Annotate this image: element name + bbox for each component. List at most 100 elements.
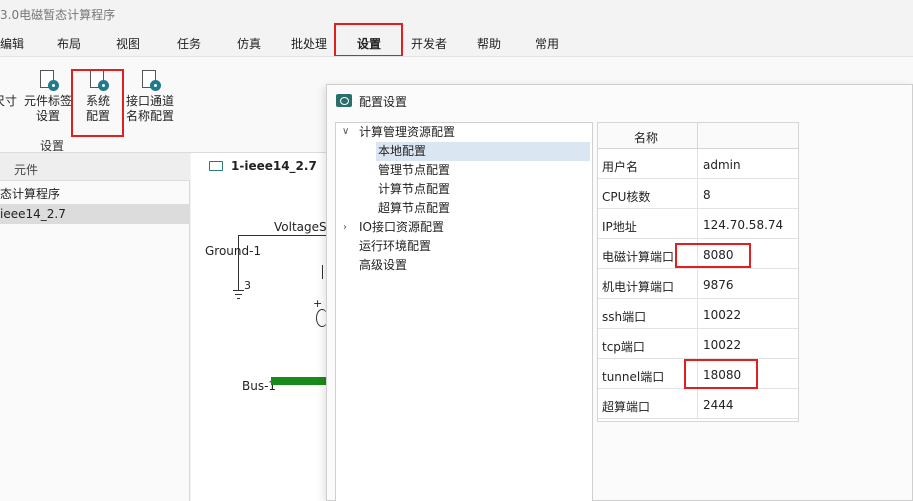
- tree-node-management-nodes[interactable]: 管理节点配置: [378, 161, 450, 180]
- grid-key: ssh端口: [602, 310, 647, 324]
- grid-row-em-port[interactable]: 电磁计算端口 8080: [598, 239, 798, 269]
- wire-top: [238, 235, 328, 236]
- voltage-source-label: VoltageS: [274, 220, 327, 234]
- grid-key: 超算端口: [602, 400, 651, 414]
- grid-row-tunnel-port[interactable]: tunnel端口 18080: [598, 359, 798, 389]
- app-logo-icon: [336, 94, 352, 107]
- project-item-label: 态计算程序: [0, 187, 61, 201]
- bus-bar[interactable]: [271, 377, 327, 385]
- dialog-title: 配置设置: [359, 95, 408, 109]
- size-button-label: 尺寸: [0, 94, 17, 108]
- grid-key: tunnel端口: [602, 370, 665, 384]
- chevron-down-icon[interactable]: ∨: [342, 126, 349, 137]
- tree-node-advanced-label: 高级设置: [359, 258, 408, 272]
- tree-node-local-config-label: 本地配置: [378, 144, 427, 158]
- tree-node-local-config[interactable]: 本地配置: [376, 142, 590, 161]
- system-config-line2: 配置: [85, 109, 110, 123]
- canvas-tab-label: 1-ieee14_2.7: [231, 159, 317, 173]
- grid-row-cpu[interactable]: CPU核数 8: [598, 179, 798, 209]
- project-item-selected-label: ieee14_2.7: [0, 207, 66, 221]
- tree-node-management-nodes-label: 管理节点配置: [378, 163, 451, 177]
- grid-value[interactable]: 10022: [703, 338, 741, 352]
- property-grid: 名称 用户名 admin CPU核数 8 IP地址 124.70.58.74 电…: [597, 122, 799, 422]
- window-title: 3.0电磁暂态计算程序: [0, 8, 116, 22]
- system-config-icon: [87, 69, 109, 91]
- config-dialog: 配置设置 ∨ 计算管理资源配置 本地配置 管理节点配置 计算节点配置 超算节点配…: [326, 84, 913, 501]
- interface-channel-line1: 接口通道: [125, 94, 174, 108]
- tree-node-compute-resources-label: 计算管理资源配置: [359, 125, 456, 139]
- canvas-tab[interactable]: 1-ieee14_2.7: [209, 159, 317, 173]
- grid-row-ip[interactable]: IP地址 124.70.58.74: [598, 209, 798, 239]
- title-bar: 3.0电磁暂态计算程序: [0, 0, 913, 28]
- ground-symbol-line2: [235, 294, 242, 295]
- chevron-right-icon[interactable]: ›: [343, 222, 347, 233]
- component-label-settings-line1: 元件标签: [23, 94, 72, 108]
- component-panel-header: 元件: [0, 153, 190, 181]
- project-item-selected[interactable]: ieee14_2.7: [0, 204, 190, 224]
- grid-value[interactable]: 2444: [703, 398, 734, 412]
- grid-row-ssh-port[interactable]: ssh端口 10022: [598, 299, 798, 329]
- interface-channel-line2: 名称配置: [125, 109, 174, 123]
- interface-channel-icon: [139, 69, 161, 91]
- menu-developer[interactable]: 开发者: [411, 35, 447, 52]
- menu-common[interactable]: 常用: [535, 35, 559, 52]
- tree-node-runtime-env[interactable]: 运行环境配置: [359, 237, 431, 256]
- tree-node-io-resources[interactable]: IO接口资源配置: [359, 218, 444, 237]
- tree-node-io-resources-label: IO接口资源配置: [359, 220, 444, 234]
- project-item[interactable]: 态计算程序: [0, 184, 190, 204]
- component-label-settings-button[interactable]: 元件标签 设置: [22, 69, 74, 124]
- grid-key: 电磁计算端口: [602, 250, 675, 264]
- tree-node-supercomputer-nodes[interactable]: 超算节点配置: [378, 199, 450, 218]
- grid-header-name: 名称: [634, 131, 659, 145]
- grid-value[interactable]: admin: [703, 158, 741, 172]
- source-lead: [322, 265, 323, 279]
- menu-help[interactable]: 帮助: [477, 35, 501, 52]
- grid-value[interactable]: 124.70.58.74: [703, 218, 783, 232]
- tree-node-compute-resources[interactable]: 计算管理资源配置: [359, 123, 455, 142]
- menu-bar: 编辑 布局 视图 任务 仿真 批处理 设置 开发者 帮助 常用: [0, 28, 913, 56]
- ground-symbol-line1: [233, 290, 244, 291]
- interface-channel-config-button[interactable]: 接口通道 名称配置: [124, 69, 176, 124]
- grid-key: 用户名: [602, 160, 639, 174]
- grid-row-tcp-port[interactable]: tcp端口 10022: [598, 329, 798, 359]
- menu-view[interactable]: 视图: [116, 35, 140, 52]
- label-settings-icon: [37, 69, 59, 91]
- grid-row-username[interactable]: 用户名 admin: [598, 149, 798, 179]
- component-panel-title: 元件: [14, 163, 39, 177]
- grid-header: 名称: [598, 123, 798, 149]
- ground-label: Ground-1: [205, 244, 262, 258]
- system-config-line1: 系统: [85, 94, 110, 108]
- ground-symbol-line3: [237, 298, 240, 299]
- tree-node-supercomputer-nodes-label: 超算节点配置: [378, 201, 451, 215]
- grid-row-supercomputer-port[interactable]: 超算端口 2444: [598, 389, 798, 419]
- size-button[interactable]: 尺寸: [0, 69, 18, 109]
- component-label-settings-line2: 设置: [35, 109, 60, 123]
- grid-key: tcp端口: [602, 340, 645, 354]
- grid-key: CPU核数: [602, 190, 651, 204]
- menu-batch[interactable]: 批处理: [291, 35, 327, 52]
- tree-node-compute-nodes-label: 计算节点配置: [378, 182, 451, 196]
- tree-node-advanced[interactable]: 高级设置: [359, 256, 407, 275]
- grid-key: 机电计算端口: [602, 280, 675, 294]
- tree-node-runtime-env-label: 运行环境配置: [359, 239, 432, 253]
- menu-edit[interactable]: 编辑: [0, 35, 24, 52]
- grid-row-eme-port[interactable]: 机电计算端口 9876: [598, 269, 798, 299]
- tree-node-compute-nodes[interactable]: 计算节点配置: [378, 180, 450, 199]
- grid-value[interactable]: 8080: [703, 248, 734, 262]
- system-config-button[interactable]: 系统 配置: [74, 69, 122, 124]
- folder-icon: [209, 161, 223, 171]
- config-tree: ∨ 计算管理资源配置 本地配置 管理节点配置 计算节点配置 超算节点配置 › I…: [335, 122, 593, 501]
- grid-value[interactable]: 8: [703, 188, 711, 202]
- ribbon-group-settings-label: 设置: [40, 139, 65, 153]
- dialog-title-bar: 配置设置: [327, 85, 912, 117]
- grid-key: IP地址: [602, 220, 637, 234]
- menu-layout[interactable]: 布局: [57, 35, 81, 52]
- menu-task[interactable]: 任务: [177, 35, 201, 52]
- grid-value[interactable]: 9876: [703, 278, 734, 292]
- menu-simulation[interactable]: 仿真: [237, 35, 261, 52]
- grid-value[interactable]: 10022: [703, 308, 741, 322]
- ground-node-label: 3: [244, 279, 251, 292]
- component-panel: 元件 态计算程序 ieee14_2.7: [0, 153, 190, 501]
- menu-settings[interactable]: 设置: [357, 35, 381, 52]
- grid-value[interactable]: 18080: [703, 368, 741, 382]
